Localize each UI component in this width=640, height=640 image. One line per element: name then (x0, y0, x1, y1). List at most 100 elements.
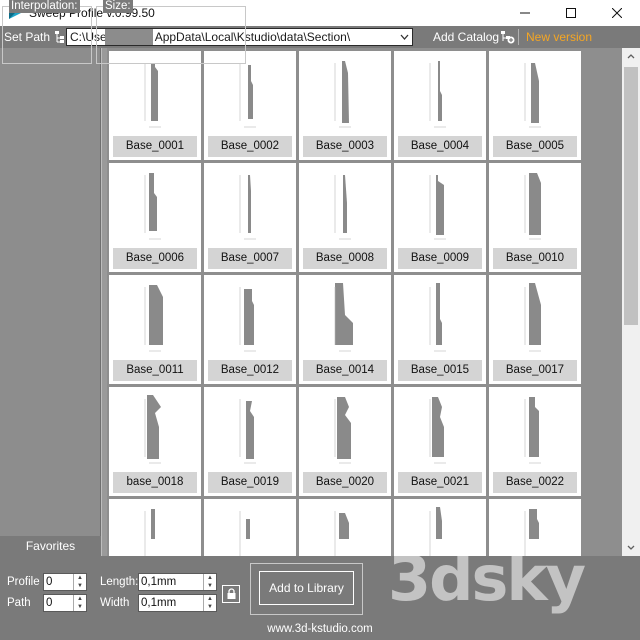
profile-label: Base_0014 (303, 360, 387, 381)
profile-tile[interactable] (109, 499, 201, 556)
catalog-tree-panel[interactable] (0, 48, 101, 556)
profile-tile[interactable]: Base_0020 (299, 387, 391, 496)
favorites-button[interactable]: Favorites (0, 536, 101, 556)
profile-tile[interactable]: Base_0022 (489, 387, 581, 496)
stepper-up-icon[interactable]: ▲ (204, 574, 216, 582)
profile-tile[interactable] (489, 499, 581, 556)
profile-thumbnail (334, 397, 351, 464)
stepper-down-icon[interactable]: ▼ (74, 603, 86, 611)
profile-tile[interactable]: Base_0019 (204, 387, 296, 496)
profile-tile[interactable]: Base_0017 (489, 275, 581, 384)
maximize-button[interactable] (548, 0, 594, 26)
profile-label: Base_0009 (398, 248, 482, 269)
add-catalog-icon[interactable] (500, 30, 515, 44)
profile-tile[interactable] (299, 499, 391, 556)
length-stepper[interactable]: 0,1mm ▲ ▼ (138, 573, 217, 591)
profile-thumbnail (334, 511, 349, 556)
profile-tile[interactable]: Base_0009 (394, 163, 486, 272)
scroll-down-button[interactable] (622, 539, 640, 556)
profile-thumbnail (239, 399, 256, 464)
profile-interpolation-value: 0 (46, 576, 53, 588)
profile-silhouette (244, 289, 254, 345)
stepper-buttons[interactable]: ▲ ▼ (73, 595, 86, 611)
profile-label: Base_0017 (493, 360, 577, 381)
path-interpolation-value: 0 (46, 597, 53, 609)
profile-silhouette (529, 283, 541, 345)
profile-label: Base_0012 (208, 360, 292, 381)
add-to-library-button[interactable]: Add to Library (259, 571, 354, 605)
profile-tile[interactable]: Base_0008 (299, 163, 391, 272)
lock-icon (227, 588, 235, 599)
profile-silhouette (438, 61, 442, 121)
stepper-down-icon[interactable]: ▼ (204, 603, 216, 611)
profile-label: Base_0001 (113, 136, 197, 157)
profile-label: Base_0010 (493, 248, 577, 269)
stepper-buttons[interactable]: ▲ ▼ (203, 574, 216, 590)
path-interpolation-stepper[interactable]: 0 ▲ ▼ (43, 594, 87, 612)
profile-label: Base_0020 (303, 472, 387, 493)
profile-thumbnail (524, 173, 541, 240)
stepper-up-icon[interactable]: ▲ (74, 574, 86, 582)
chevron-down-icon (627, 545, 635, 550)
profile-thumbnail (429, 397, 446, 464)
profile-tile[interactable]: base_0018 (109, 387, 201, 496)
stepper-buttons[interactable]: ▲ ▼ (203, 595, 216, 611)
profile-thumbnail (144, 285, 163, 352)
size-group: Size: (96, 0, 246, 64)
profile-silhouette (248, 175, 251, 233)
path-dropdown-button[interactable] (396, 29, 412, 45)
toolbar-separator (518, 29, 519, 45)
profile-tile[interactable]: Base_0010 (489, 163, 581, 272)
stepper-up-icon[interactable]: ▲ (204, 595, 216, 603)
profile-tile[interactable]: Base_0004 (394, 51, 486, 160)
profile-tile[interactable]: Base_0021 (394, 387, 486, 496)
profile-tile[interactable]: Base_0011 (109, 275, 201, 384)
profile-tile[interactable] (394, 499, 486, 556)
minimize-icon (520, 12, 530, 14)
profile-tile[interactable]: Base_0012 (204, 275, 296, 384)
profile-silhouette (335, 283, 353, 345)
length-value: 0,1mm (141, 576, 177, 588)
profile-tile[interactable]: Base_0001 (109, 51, 201, 160)
stepper-down-icon[interactable]: ▼ (74, 582, 86, 590)
profile-grid-area: Base_0001 Base_0002 Base_0003 Base_0004 Base… (107, 48, 622, 556)
vertical-scrollbar[interactable] (622, 48, 640, 556)
stepper-down-icon[interactable]: ▼ (204, 582, 216, 590)
minimize-button[interactable] (502, 0, 548, 26)
profile-silhouette (149, 285, 163, 345)
profile-silhouette (436, 175, 444, 235)
profile-thumbnail (144, 173, 161, 240)
profile-silhouette (529, 397, 539, 457)
scroll-up-button[interactable] (622, 48, 640, 65)
profile-thumbnail (239, 175, 256, 240)
new-version-link[interactable]: New version available (526, 26, 640, 66)
profile-tile[interactable]: Base_0015 (394, 275, 486, 384)
profile-label: Base_0021 (398, 472, 482, 493)
profile-silhouette (529, 173, 541, 235)
profile-interpolation-stepper[interactable]: 0 ▲ ▼ (43, 573, 87, 591)
profile-thumbnail (334, 61, 351, 128)
profile-silhouette (342, 61, 349, 123)
profile-tile[interactable]: Base_0007 (204, 163, 296, 272)
profile-tile[interactable]: Base_0014 (299, 275, 391, 384)
profile-tile[interactable]: Base_0006 (109, 163, 201, 272)
scrollbar-thumb[interactable] (624, 67, 638, 325)
footer-url[interactable]: www.3d-kstudio.com (0, 620, 640, 640)
profile-silhouette (248, 65, 253, 119)
profile-tile[interactable]: Base_0002 (204, 51, 296, 160)
add-catalog-label[interactable]: Add Catalog (433, 26, 499, 48)
width-stepper[interactable]: 0,1mm ▲ ▼ (138, 594, 217, 612)
profile-thumbnail (144, 509, 155, 556)
profile-thumbnail (429, 283, 446, 352)
close-button[interactable] (594, 0, 640, 26)
profile-thumbnail (429, 175, 446, 240)
stepper-buttons[interactable]: ▲ ▼ (73, 574, 86, 590)
lock-proportions-button[interactable] (222, 585, 240, 603)
profile-tile[interactable]: Base_0003 (299, 51, 391, 160)
profile-thumbnail (334, 283, 353, 352)
profile-tile[interactable] (204, 499, 296, 556)
stepper-up-icon[interactable]: ▲ (74, 595, 86, 603)
profile-label: Base_0011 (113, 360, 197, 381)
profile-tile[interactable]: Base_0005 (489, 51, 581, 160)
profile-silhouette (531, 63, 539, 123)
